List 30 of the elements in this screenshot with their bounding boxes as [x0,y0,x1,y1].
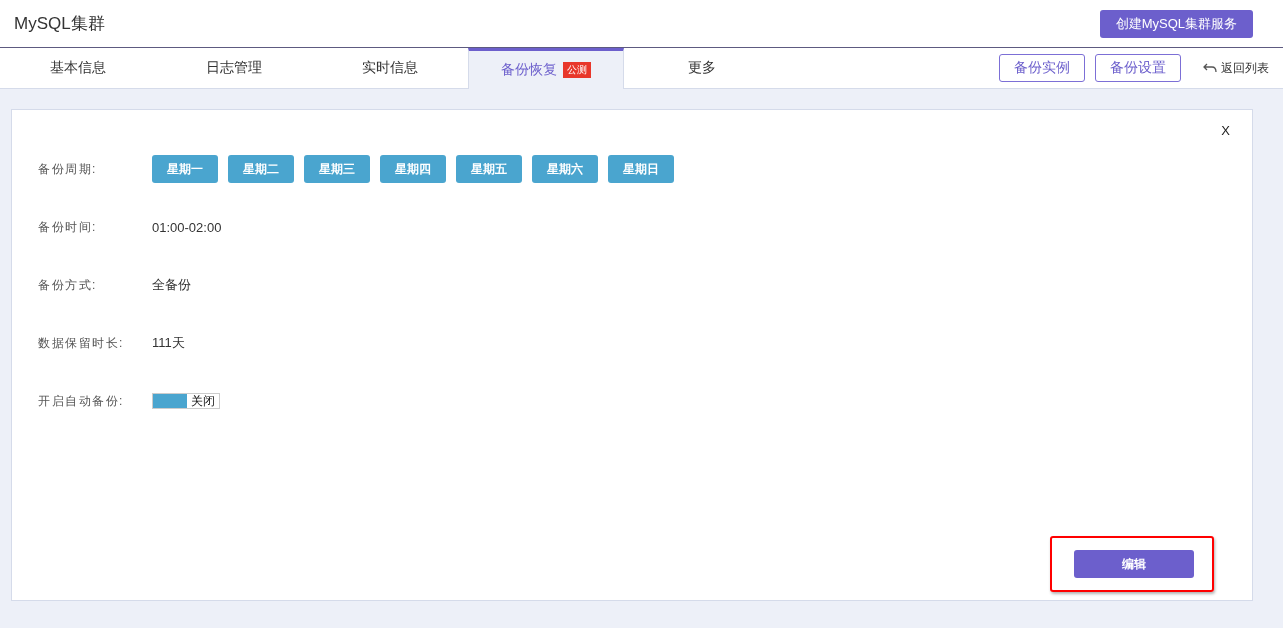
field-label: 备份方式: [38,276,98,294]
return-arrow-icon [1203,63,1217,73]
weekday-button[interactable]: 星期四 [380,155,446,183]
weekday-button[interactable]: 星期日 [608,155,674,183]
field-value: 111天 [152,334,185,352]
tab[interactable]: 实时信息 [312,48,468,88]
weekday-button[interactable]: 星期三 [304,155,370,183]
field-label: 备份周期: [38,160,98,178]
field-label: 数据保留时长: [38,334,125,352]
auto-backup-toggle[interactable]: 关闭 [152,393,220,409]
field-label: 开启自动备份: [38,392,125,410]
field-value: 全备份 [152,276,191,294]
outline-button[interactable]: 备份实例 [999,54,1085,82]
weekday-button[interactable]: 星期二 [228,155,294,183]
outline-button[interactable]: 备份设置 [1095,54,1181,82]
tab[interactable]: 基本信息 [0,48,156,88]
beta-badge: 公测 [563,62,591,78]
tab[interactable]: 备份恢复 公测 [468,48,624,89]
back-link[interactable]: 返回列表 [1203,59,1269,77]
weekday-button[interactable]: 星期一 [152,155,218,183]
edit-button[interactable]: 编辑 [1074,550,1194,578]
create-cluster-button[interactable]: 创建MySQL集群服务 [1099,9,1253,38]
field-value: 01:00-02:00 [152,219,222,235]
weekday-button[interactable]: 星期六 [532,155,598,183]
tab[interactable]: 日志管理 [156,48,312,88]
field-label: 备份时间: [38,218,98,236]
tab[interactable]: 更多 [624,48,780,88]
weekday-button[interactable]: 星期五 [456,155,522,183]
close-button[interactable]: X [1215,122,1236,139]
page-title: MySQL集群 [14,13,105,35]
